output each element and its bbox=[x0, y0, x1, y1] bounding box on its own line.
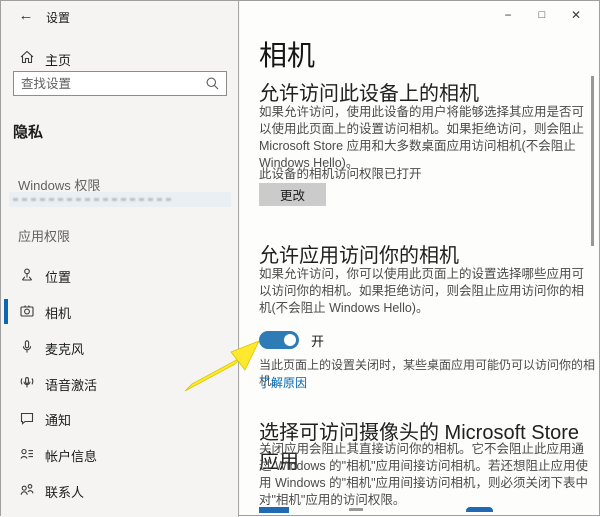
voice-activation-icon bbox=[19, 375, 35, 391]
content-pane: − □ ✕ 相机 允许访问此设备上的相机 如果允许访问，使用此设备的用户将能够选… bbox=[240, 1, 599, 515]
sidebar-item-label: 相机 bbox=[45, 303, 71, 322]
section-body-store-apps: 关闭应用会阻止其直接访问你的相机。它不会阻止此应用通过 Windows 的"相机… bbox=[259, 441, 595, 509]
change-button[interactable]: 更改 bbox=[259, 183, 326, 206]
camera-icon bbox=[19, 303, 35, 319]
desktop-apps-caption: 当此页面上的设置关闭时，某些桌面应用可能仍可以访问你的相机。 bbox=[259, 357, 595, 389]
contacts-icon bbox=[19, 482, 35, 498]
window-controls: − □ ✕ bbox=[491, 1, 593, 31]
sidebar-item-label: 位置 bbox=[45, 267, 71, 286]
section-heading-device-access: 允许访问此设备上的相机 bbox=[259, 77, 479, 106]
search-input[interactable] bbox=[21, 72, 201, 95]
location-icon bbox=[19, 267, 35, 283]
sidebar-item-label: 主页 bbox=[45, 50, 71, 69]
toggle-state-label: 开 bbox=[311, 331, 324, 350]
search-icon[interactable] bbox=[205, 76, 220, 91]
sidebar-item-label: 帐户信息 bbox=[45, 446, 97, 465]
notifications-icon bbox=[19, 410, 35, 426]
close-button[interactable]: ✕ bbox=[559, 1, 593, 29]
settings-window: ← 设置 主页 隐私 Windows 权限 应用权限 bbox=[0, 0, 600, 516]
account-info-icon bbox=[19, 446, 35, 462]
device-access-status: 此设备的相机访问权限已打开 bbox=[259, 163, 422, 182]
sidebar-item-notifications[interactable]: 通知 bbox=[1, 401, 239, 435]
artifact-dashes bbox=[13, 198, 173, 201]
sidebar-item-camera[interactable]: 相机 bbox=[1, 294, 239, 328]
section-body-device-access: 如果允许访问，使用此设备的用户将能够选择其应用是否可以使用此页面上的设置访问相机… bbox=[259, 104, 595, 172]
sidebar-item-label: 语音激活 bbox=[45, 375, 97, 394]
title-bar: ← 设置 bbox=[1, 1, 238, 31]
minimize-button[interactable]: − bbox=[491, 1, 525, 29]
sidebar-item-contacts[interactable]: 联系人 bbox=[1, 473, 239, 507]
toggle-knob bbox=[284, 334, 296, 346]
maximize-button[interactable]: □ bbox=[525, 1, 559, 29]
partial-app-tile bbox=[259, 507, 289, 513]
app-camera-access-toggle[interactable] bbox=[259, 331, 299, 349]
app-camera-toggle-row: 开 bbox=[259, 330, 324, 350]
section-heading-app-access: 允许应用访问你的相机 bbox=[259, 239, 459, 268]
scrollbar-thumb[interactable] bbox=[591, 76, 594, 246]
sidebar-section-privacy: 隐私 bbox=[13, 121, 43, 142]
sidebar-item-home[interactable]: 主页 bbox=[1, 45, 239, 71]
sidebar-item-voice-activation[interactable]: 语音激活 bbox=[1, 366, 239, 400]
sidebar-item-microphone[interactable]: 麦克风 bbox=[1, 330, 239, 364]
search-box bbox=[13, 71, 227, 96]
section-body-app-access: 如果允许访问，你可以使用此页面上的设置选择哪些应用可以访问你的相机。如果拒绝访问… bbox=[259, 266, 595, 317]
selected-accent-bar bbox=[4, 299, 8, 324]
sidebar-item-label: 通知 bbox=[45, 410, 71, 429]
microphone-icon bbox=[19, 339, 35, 355]
sidebar-item-account-info[interactable]: 帐户信息 bbox=[1, 437, 239, 471]
back-arrow-icon[interactable]: ← bbox=[15, 6, 37, 26]
partial-app-toggle bbox=[466, 507, 493, 512]
sidebar-item-label: 麦克风 bbox=[45, 339, 84, 358]
sidebar: ← 设置 主页 隐私 Windows 权限 应用权限 bbox=[1, 1, 239, 517]
sidebar-category-app-permissions: 应用权限 bbox=[18, 226, 70, 245]
faded-sidebar-item-artifact bbox=[9, 192, 231, 207]
page-title: 相机 bbox=[259, 34, 315, 74]
partial-app-artifact bbox=[349, 508, 363, 511]
sidebar-item-location[interactable]: 位置 bbox=[1, 258, 239, 292]
window-title: 设置 bbox=[46, 9, 70, 26]
learn-why-link[interactable]: 了解原因 bbox=[259, 374, 307, 391]
home-icon bbox=[19, 49, 35, 65]
sidebar-item-label: 联系人 bbox=[45, 482, 84, 501]
